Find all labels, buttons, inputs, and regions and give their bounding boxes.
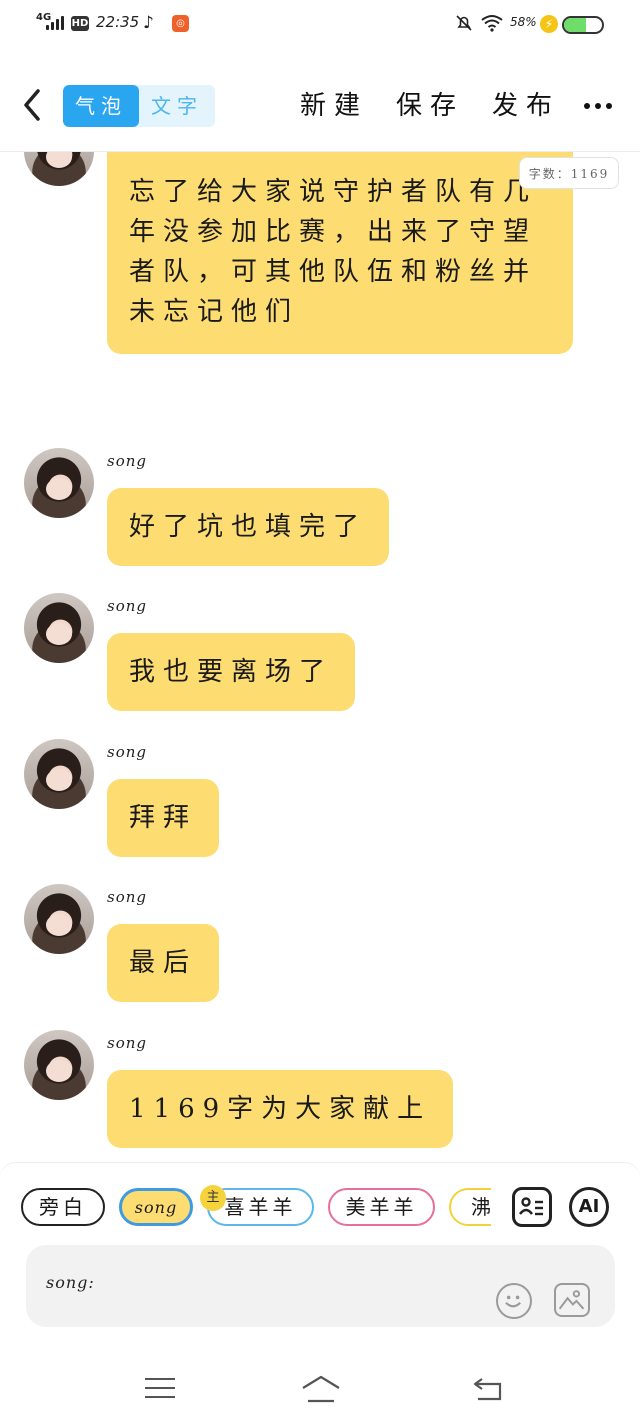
role-selector: 旁白 song 喜羊羊 主 美羊羊 沸 AI (0, 1185, 640, 1229)
wifi-icon (481, 15, 503, 32)
main-role-badge: 主 (200, 1185, 226, 1211)
input-role-prefix: song: (46, 1273, 95, 1292)
image-icon[interactable] (554, 1283, 590, 1317)
sender-name: song (107, 452, 147, 470)
app-notification-icon: ◎ (172, 15, 189, 32)
avatar[interactable] (24, 152, 94, 186)
message-bubble[interactable]: 我也要离场了 (107, 633, 356, 711)
role-fei[interactable]: 沸 (449, 1188, 491, 1226)
word-count-badge: 字数：1169 (519, 157, 619, 189)
ai-button[interactable]: AI (569, 1187, 609, 1227)
back-arrow-icon[interactable] (18, 85, 48, 125)
clock: 22:35 (96, 13, 140, 31)
tab-bubble[interactable]: 气泡 (63, 85, 139, 127)
sender-name: song (107, 888, 147, 906)
recent-apps-icon[interactable] (145, 1376, 175, 1400)
composer-panel: 旁白 song 喜羊羊 主 美羊羊 沸 AI song: (0, 1162, 640, 1354)
message-bubble[interactable]: 最后 (107, 924, 220, 1002)
message-input[interactable]: song: (26, 1245, 615, 1327)
mode-switch: 气泡 文字 (63, 85, 215, 127)
publish-button[interactable]: 发布 (492, 85, 560, 127)
role-meiyangyang[interactable]: 美羊羊 (328, 1188, 435, 1226)
bell-muted-icon (456, 15, 472, 31)
chat-area[interactable]: 忘了给大家说守护者队有几年没参加比赛，出来了守望者队，可其他队伍和粉丝并未忘记他… (0, 152, 640, 1162)
avatar[interactable] (24, 593, 94, 663)
avatar[interactable] (24, 884, 94, 954)
header-actions: 新建 保存 发布 (300, 85, 560, 127)
save-button[interactable]: 保存 (396, 85, 464, 127)
system-nav-bar (0, 1354, 640, 1427)
message-bubble[interactable]: 拜拜 (107, 779, 220, 857)
message-bubble[interactable]: 忘了给大家说守护者队有几年没参加比赛，出来了守望者队，可其他队伍和粉丝并未忘记他… (107, 152, 573, 354)
home-icon[interactable] (300, 1374, 342, 1404)
sender-name: song (107, 1034, 147, 1052)
role-song[interactable]: song (119, 1188, 193, 1226)
avatar[interactable] (24, 448, 94, 518)
top-bar: 气泡 文字 新建 保存 发布 (0, 75, 640, 137)
battery-percent: 58% (510, 15, 537, 29)
signal-icon (46, 16, 66, 30)
new-button[interactable]: 新建 (300, 85, 368, 127)
message-bubble[interactable]: 好了坑也填完了 (107, 488, 390, 566)
message-bubble[interactable]: 1169字为大家献上 (107, 1070, 454, 1148)
back-nav-icon[interactable] (472, 1376, 504, 1402)
battery-icon (562, 16, 604, 34)
tab-text[interactable]: 文字 (139, 85, 215, 127)
emoji-icon[interactable] (496, 1283, 532, 1319)
avatar[interactable] (24, 739, 94, 809)
role-narrator[interactable]: 旁白 (21, 1188, 105, 1226)
status-bar: 4G HD 22:35 ♪ ◎ 58% ⚡ (0, 0, 640, 50)
sender-name: song (107, 597, 147, 615)
battery-level (564, 18, 587, 32)
contact-card-icon[interactable] (512, 1187, 552, 1227)
tiktok-icon: ♪ (143, 13, 154, 33)
more-options-icon[interactable] (584, 102, 614, 112)
charging-icon: ⚡ (540, 15, 558, 33)
sender-name: song (107, 743, 147, 761)
hd-icon: HD (71, 16, 89, 31)
avatar[interactable] (24, 1030, 94, 1100)
